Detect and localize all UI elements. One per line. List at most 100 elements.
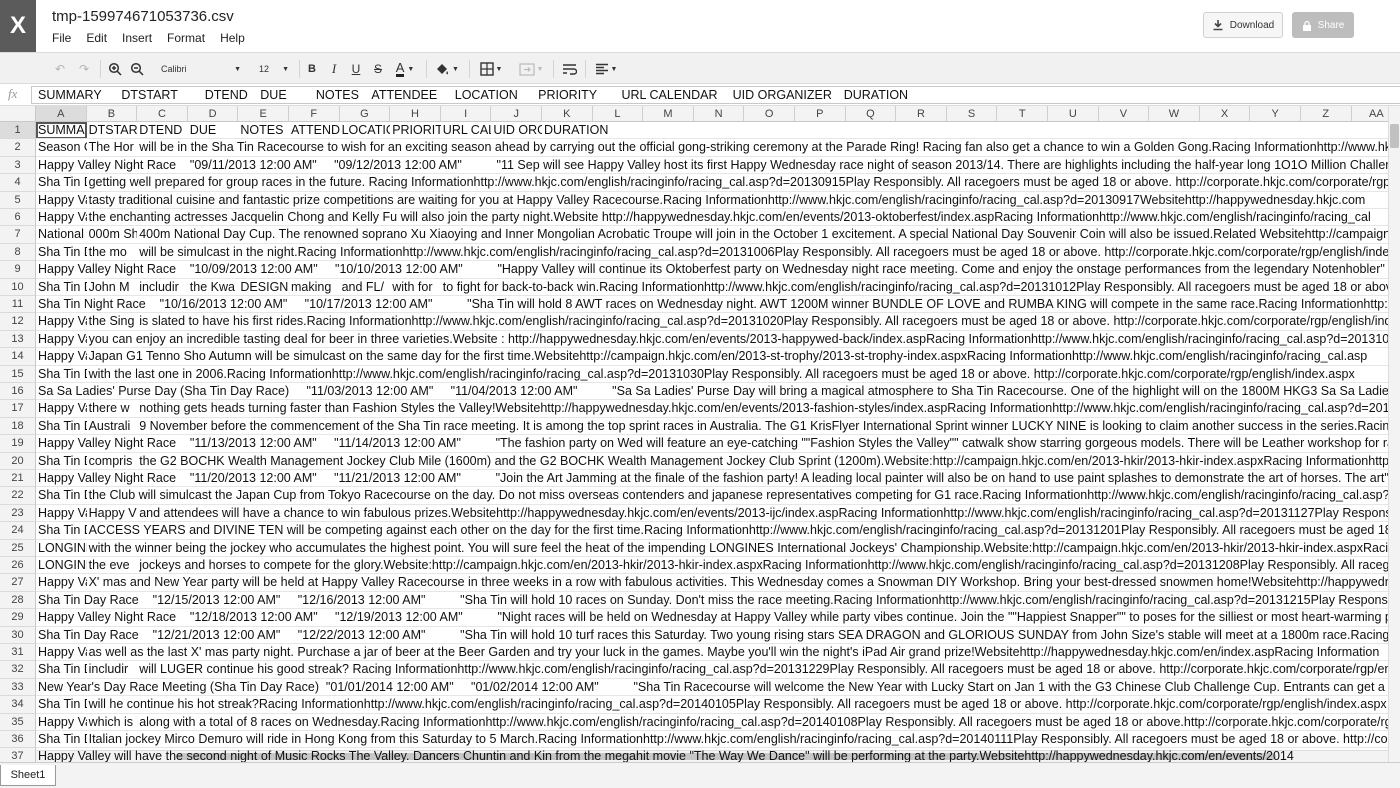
row-header[interactable]: 11: [0, 296, 36, 314]
cell-a33[interactable]: New Year's Day Race Meeting (Sha Tin Day…: [36, 679, 1388, 695]
cell-c23[interactable]: and attendees will have a chance to win …: [137, 505, 1388, 521]
cell-b36[interactable]: Italian jockey Mirco Demuro will ride in…: [87, 731, 1388, 747]
merge-cells-button[interactable]: ▼: [514, 59, 548, 79]
cell-a36[interactable]: Sha Tin Day Race: [36, 731, 87, 748]
cell-a32[interactable]: Sha Tin Day Race: [36, 661, 87, 678]
cell-a31[interactable]: Happy Valley Night Race: [36, 644, 87, 661]
row-header[interactable]: 5: [0, 191, 36, 209]
cell-c12[interactable]: is slated to have his first rides.Racing…: [137, 313, 1388, 329]
align-button[interactable]: ▼: [591, 59, 621, 79]
cell-b26[interactable]: the eve: [86, 557, 138, 574]
share-button[interactable]: Share: [1292, 12, 1354, 38]
fill-color-button[interactable]: ▼: [432, 59, 462, 79]
cell-a21[interactable]: Happy Valley Night Race "11/20/2013 12:0…: [36, 470, 1388, 486]
row-header[interactable]: 9: [0, 261, 36, 279]
cell-c10[interactable]: includir: [137, 278, 188, 295]
vertical-scrollbar[interactable]: [1388, 106, 1400, 762]
row-header[interactable]: 4: [0, 174, 36, 192]
cell-b18[interactable]: Australi: [86, 417, 138, 435]
cell-a22[interactable]: Sha Tin Day Race: [36, 487, 87, 504]
row-header[interactable]: 22: [0, 487, 36, 505]
row-header[interactable]: 10: [0, 278, 36, 296]
row-header[interactable]: 35: [0, 713, 36, 731]
column-header-e[interactable]: E: [238, 106, 289, 122]
cell-a29[interactable]: Happy Valley Night Race "12/18/2013 12:0…: [36, 609, 1388, 625]
cell-c26[interactable]: jockeys and horses to compete for the gl…: [137, 557, 1388, 573]
row-header[interactable]: 25: [0, 539, 36, 557]
cell-a2[interactable]: Season Opening Race: [36, 139, 87, 156]
row-header[interactable]: 36: [0, 731, 36, 749]
cell-a37[interactable]: Happy Valley will have the second night …: [36, 748, 1388, 762]
cell-b23[interactable]: Happy V: [86, 504, 138, 522]
menu-file[interactable]: File: [52, 31, 71, 45]
row-header[interactable]: 1: [0, 122, 36, 140]
cell-c1[interactable]: DTEND: [137, 122, 188, 139]
cell-a15[interactable]: Sha Tin Day Race: [36, 365, 87, 382]
cell-c7[interactable]: 400m National Day Cup. The renowned sopr…: [137, 226, 1388, 242]
menu-help[interactable]: Help: [220, 31, 245, 45]
cell-a16[interactable]: Sa Sa Ladies' Purse Day (Sha Tin Day Rac…: [36, 383, 1388, 399]
row-header[interactable]: 37: [0, 748, 36, 762]
row-header[interactable]: 32: [0, 661, 36, 679]
zoom-in-icon[interactable]: [105, 59, 125, 79]
bold-button[interactable]: B: [304, 59, 320, 79]
column-header-b[interactable]: B: [86, 106, 138, 122]
font-size-select[interactable]: 12 ▼: [256, 60, 292, 78]
cell-b2[interactable]: The Hor: [86, 139, 138, 156]
cell-a19[interactable]: Happy Valley Night Race "11/13/2013 12:0…: [36, 435, 1388, 451]
row-header[interactable]: 27: [0, 574, 36, 592]
cell-a23[interactable]: Happy Valley Night Race: [36, 504, 87, 522]
cell-a8[interactable]: Sha Tin Day Race: [36, 243, 87, 261]
row-header[interactable]: 14: [0, 348, 36, 366]
app-logo[interactable]: X: [0, 0, 36, 52]
row-header[interactable]: 21: [0, 470, 36, 488]
cell-a30[interactable]: Sha Tin Day Race "12/21/2013 12:00 AM" "…: [36, 627, 1388, 643]
column-header-d[interactable]: D: [187, 106, 239, 122]
row-header[interactable]: 34: [0, 696, 36, 714]
cell-b22[interactable]: the Club will simulcast the Japan Cup fr…: [87, 487, 1388, 503]
column-header-w[interactable]: W: [1149, 106, 1200, 122]
row-header[interactable]: 29: [0, 609, 36, 627]
borders-button[interactable]: ▼: [476, 59, 506, 79]
cell-a35[interactable]: Happy Valley Night Race: [36, 713, 87, 730]
row-header[interactable]: 26: [0, 557, 36, 575]
row-header[interactable]: 30: [0, 626, 36, 644]
column-header-aa[interactable]: AA: [1351, 106, 1388, 122]
row-header[interactable]: 18: [0, 417, 36, 436]
cell-j1[interactable]: UID ORGANIZER: [491, 122, 542, 139]
cell-b10[interactable]: John M: [86, 278, 138, 295]
cell-c20[interactable]: the G2 BOCHK Wealth Management Jockey Cl…: [137, 453, 1388, 469]
column-header-z[interactable]: Z: [1301, 106, 1352, 122]
underline-button[interactable]: U: [348, 59, 364, 79]
cell-b24[interactable]: ACCESS YEARS and DIVINE TEN will be comp…: [87, 522, 1388, 538]
column-header-a[interactable]: A: [36, 106, 87, 122]
column-header-r[interactable]: R: [896, 106, 947, 122]
cell-b14[interactable]: Japan G1 Tenno Sho Autumn will be simulc…: [87, 348, 1388, 364]
cell-c18[interactable]: 9 November before the commencement of th…: [137, 418, 1388, 434]
cell-k1[interactable]: DURATION: [542, 122, 1388, 138]
cell-b27[interactable]: X' mas and New Year party will be held a…: [87, 574, 1388, 590]
row-header[interactable]: 16: [0, 383, 36, 401]
cell-b7[interactable]: 000m Sh: [86, 226, 138, 243]
row-header[interactable]: 3: [0, 156, 36, 175]
cell-a6[interactable]: Happy Valley Night Race: [36, 209, 87, 226]
download-button[interactable]: Download: [1203, 12, 1283, 38]
wrap-text-icon[interactable]: [559, 59, 579, 79]
cell-b1[interactable]: DTSTART: [86, 122, 138, 139]
cell-a4[interactable]: Sha Tin Day Race: [36, 174, 87, 191]
cell-c32[interactable]: will LUGER continue his good streak? Rac…: [137, 661, 1388, 677]
row-header[interactable]: 24: [0, 522, 36, 540]
row-header[interactable]: 8: [0, 243, 36, 262]
cell-a3[interactable]: Happy Valley Night Race "09/11/2013 12:0…: [36, 157, 1388, 173]
zoom-out-icon[interactable]: [127, 59, 147, 79]
column-header-k[interactable]: K: [542, 106, 593, 122]
cell-b35[interactable]: which is: [86, 713, 138, 730]
cell-b8[interactable]: the mo: [86, 243, 138, 261]
column-header-l[interactable]: L: [592, 106, 644, 122]
row-header[interactable]: 12: [0, 313, 36, 331]
cell-a28[interactable]: Sha Tin Day Race "12/15/2013 12:00 AM" "…: [36, 592, 1388, 608]
cell-a14[interactable]: Happy Valley Night Race: [36, 348, 87, 365]
cell-a13[interactable]: Happy Valley Night Race: [36, 330, 87, 348]
column-header-g[interactable]: G: [339, 106, 391, 122]
redo-icon[interactable]: ↷: [74, 59, 94, 79]
